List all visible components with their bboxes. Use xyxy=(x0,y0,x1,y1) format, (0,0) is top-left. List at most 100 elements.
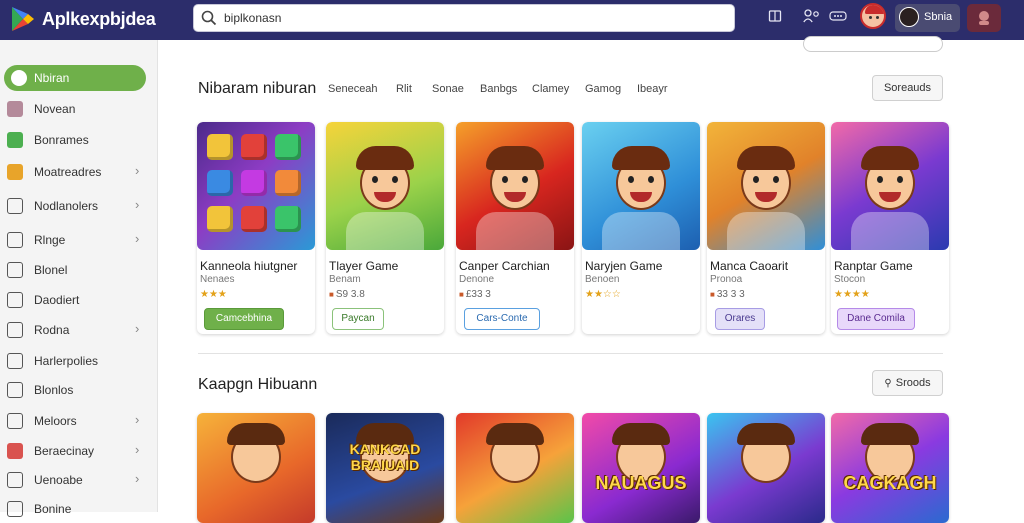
app-artwork[interactable] xyxy=(456,122,574,250)
tab-sonae[interactable]: Sonae xyxy=(432,83,464,95)
bookmark-icon xyxy=(7,262,23,278)
app-card[interactable]: Ranptar Game Stocon ★★★★ Dane Comila xyxy=(831,122,949,334)
star-icon: ■ xyxy=(459,290,464,299)
section-title: Nibaram niburan xyxy=(198,80,317,97)
chat-icon[interactable] xyxy=(829,9,847,26)
brand-name[interactable]: Aplkexpbjdea xyxy=(42,9,156,30)
app-name: Ranptar Game xyxy=(834,259,913,273)
app-developer: Benoen xyxy=(585,274,620,285)
section-divider xyxy=(198,353,943,354)
play-logo-icon[interactable] xyxy=(8,5,36,33)
sidebar-item-rodna[interactable]: Rodna › xyxy=(0,317,158,343)
section-action-button[interactable]: Soreauds xyxy=(872,75,943,101)
app-action-button[interactable]: Orares xyxy=(715,308,765,330)
tab-rlit[interactable]: Rlit xyxy=(396,83,412,95)
sidebar-item-nodlanolers[interactable]: Nodlanolers › xyxy=(0,193,158,219)
sidebar-item-rlnge[interactable]: Rlnge › xyxy=(0,227,158,253)
rating-value: 33 3 3 xyxy=(716,289,745,300)
app-card[interactable] xyxy=(707,413,825,523)
sidebar-item-label: Meloors xyxy=(34,414,77,428)
sidebar-item-novean[interactable]: Novean xyxy=(0,96,158,122)
app-developer: Pronoa xyxy=(710,274,743,285)
user-avatar xyxy=(899,7,919,27)
app-artwork-hair xyxy=(486,423,544,445)
sidebar-item-beraecinay[interactable]: Beraecinay › xyxy=(0,438,158,464)
app-card[interactable] xyxy=(197,413,315,523)
app-rating: ★★★★ xyxy=(834,289,870,300)
filter-icon: ⚲ xyxy=(884,378,892,389)
app-name: Kanneola hiutgner xyxy=(200,259,298,273)
tv-icon xyxy=(7,472,23,488)
tab-banbgs[interactable]: Banbgs xyxy=(480,83,517,95)
app-card[interactable]: Manca Caoarit Pronoa ■ 33 3 3 Orares xyxy=(707,122,825,334)
chevron-right-icon: › xyxy=(135,163,140,178)
app-artwork-hair xyxy=(227,423,285,445)
chevron-right-icon: › xyxy=(135,412,140,427)
sidebar-item-label: Uenoabe xyxy=(34,473,83,487)
tab-clamey[interactable]: Clamey xyxy=(532,83,569,95)
tab-ibeayr[interactable]: Ibeayr xyxy=(637,83,668,95)
chevron-right-icon: › xyxy=(135,321,140,336)
sidebar-item-label: Blonlos xyxy=(34,383,74,397)
app-artwork[interactable] xyxy=(582,122,700,250)
sidebar-item-label: Moatreadres xyxy=(34,165,102,179)
app-card[interactable]: CAGKAGH xyxy=(831,413,949,523)
app-card[interactable]: Kanneola hiutgner Nenaes ★★★ Camcebhina xyxy=(197,122,315,334)
profile-avatar[interactable] xyxy=(860,3,886,29)
app-rating: ■ 33 3 3 xyxy=(710,289,745,300)
star-icon xyxy=(7,501,23,517)
sidebar-item-blonlos[interactable]: Blonlos xyxy=(0,377,158,403)
sidebar-item-blonel[interactable]: Blonel xyxy=(0,257,158,283)
sidebar-item-bonrames[interactable]: Bonrames xyxy=(0,127,158,153)
search-icon xyxy=(201,10,217,26)
app-artwork[interactable] xyxy=(326,122,444,250)
sidebar-item-label: Nodlanolers xyxy=(34,199,99,213)
tab-gamog[interactable]: Gamog xyxy=(585,83,621,95)
app-action-button[interactable]: Camcebhina xyxy=(204,308,284,330)
app-action-button[interactable]: Paycan xyxy=(332,308,384,330)
app-card[interactable]: KANKCAD BRAIUAID xyxy=(326,413,444,523)
app-name: Naryjen Game xyxy=(585,259,663,273)
sidebar-item-nbiran[interactable]: Nbiran xyxy=(4,65,146,91)
app-artwork[interactable] xyxy=(197,122,315,250)
app-card[interactable]: NAUAGUS xyxy=(582,413,700,523)
menu-button[interactable] xyxy=(967,4,1001,32)
sidebar-item-uenoabe[interactable]: Uenoabe › xyxy=(0,467,158,493)
tab-seneceah[interactable]: Seneceah xyxy=(328,83,378,95)
app-card[interactable]: Tlayer Game Benam ■ S9 3.8 Paycan xyxy=(326,122,444,334)
sidebar-item-daodiert[interactable]: Daodiert xyxy=(0,287,158,313)
sidebar-item-bonine[interactable]: Bonine xyxy=(0,496,158,522)
section-2-action-button[interactable]: ⚲ Sroods xyxy=(872,370,943,396)
user-account-button[interactable]: Sbnia xyxy=(895,4,960,32)
app-artwork-hair xyxy=(612,423,670,445)
app-name: Manca Caoarit xyxy=(710,259,789,273)
sidebar-item-label: Bonrames xyxy=(34,133,89,147)
app-artwork[interactable] xyxy=(707,122,825,250)
sidebar-item-label: Blonel xyxy=(34,263,68,277)
search-bar[interactable] xyxy=(193,4,735,32)
grid-icon xyxy=(7,164,23,180)
app-action-button[interactable]: Dane Comila xyxy=(837,308,915,330)
main-content: Nibaram niburan Seneceah Rlit Sonae Banbgs C… xyxy=(158,36,1024,523)
people-icon[interactable] xyxy=(803,9,821,26)
sidebar-item-harlerpolies[interactable]: Harlerpolies xyxy=(0,348,158,374)
star-icon: ★★☆☆ xyxy=(585,289,621,300)
search-input[interactable] xyxy=(224,8,724,28)
sidebar-item-meloors[interactable]: Meloors › xyxy=(0,408,158,434)
app-artwork[interactable] xyxy=(831,122,949,250)
sidebar-item-moatreadres[interactable]: Moatreadres › xyxy=(0,159,158,185)
app-rating: ■ S9 3.8 xyxy=(329,289,365,300)
app-card[interactable]: Naryjen Game Benoen ★★☆☆ xyxy=(582,122,700,334)
app-developer: Benam xyxy=(329,274,361,285)
home-icon xyxy=(11,70,27,86)
app-artwork-hair xyxy=(737,423,795,445)
rating-value: S9 3.8 xyxy=(335,289,365,300)
app-card[interactable]: Canper Carchian Denone ■ £33 3 Cars-Conte xyxy=(456,122,574,334)
app-card[interactable] xyxy=(456,413,574,523)
app-action-button[interactable]: Cars-Conte xyxy=(464,308,540,330)
top-filter-pill[interactable] xyxy=(803,36,943,52)
section-2-action-label: Sroods xyxy=(895,377,931,389)
rating-value: £33 3 xyxy=(465,289,491,300)
book-icon[interactable] xyxy=(768,9,782,26)
play-icon xyxy=(7,443,23,459)
